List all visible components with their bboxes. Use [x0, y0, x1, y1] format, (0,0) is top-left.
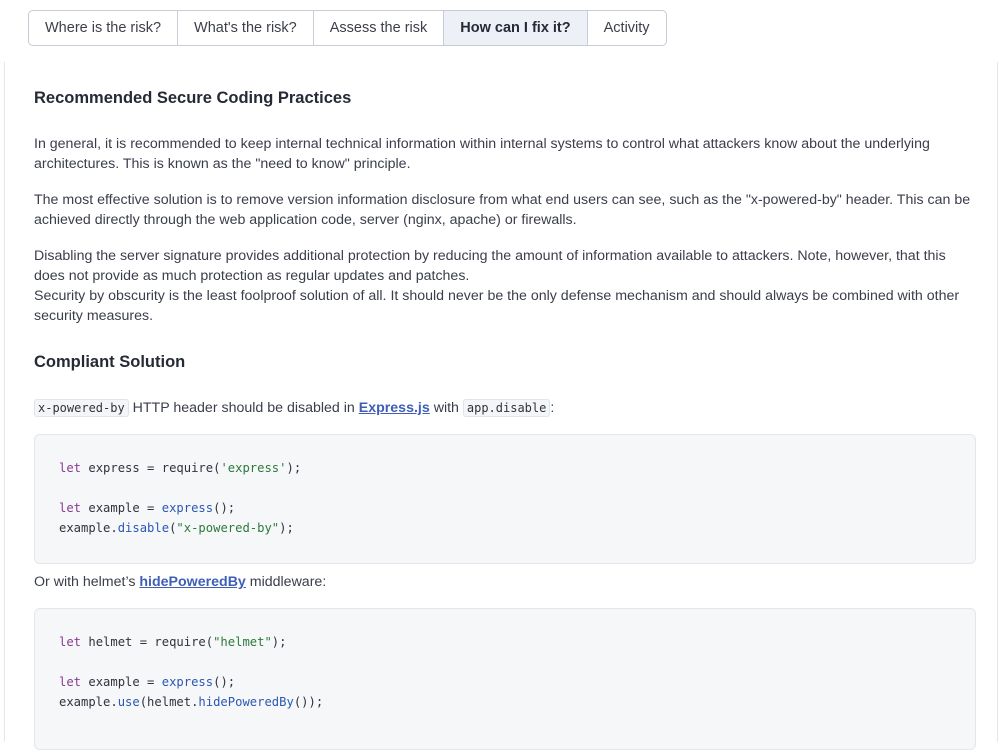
paragraph-effective-solution: The most effective solution is to remove… — [34, 192, 971, 228]
section-title-practices: Recommended Secure Coding Practices — [34, 89, 352, 107]
code-line: let helmet = require("helmet"); — [59, 635, 287, 649]
intro-text-2: with — [429, 400, 463, 416]
intro-text-1: HTTP header should be disabled in — [128, 400, 359, 416]
paragraph-server-signature: Disabling the server signature provides … — [34, 248, 946, 284]
helmet-text-2: middleware: — [245, 574, 327, 590]
section-title-compliant: Compliant Solution — [34, 353, 186, 371]
tab-assess-the-risk[interactable]: Assess the risk — [314, 11, 445, 45]
tab-how-can-i-fix-it[interactable]: How can I fix it? — [444, 11, 588, 45]
intro-text-3: : — [550, 400, 555, 416]
paragraph-need-to-know: In general, it is recommended to keep in… — [34, 136, 930, 172]
paragraph-helmet-intro: Or with helmet’s hidePoweredBy middlewar… — [34, 572, 979, 592]
code-block-helmet: let helmet = require("helmet"); let exam… — [34, 608, 976, 750]
inline-code-x-powered-by: x-powered-by — [34, 399, 129, 417]
code-block-express: let express = require('express'); let ex… — [34, 434, 976, 564]
content-panel: Recommended Secure Coding Practices In g… — [4, 62, 998, 750]
code-line: let express = require('express'); — [59, 461, 302, 475]
inline-code-app-disable: app.disable — [462, 399, 551, 417]
tab-whats-the-risk[interactable]: What's the risk? — [178, 11, 314, 45]
code-line: let example = express(); — [59, 675, 236, 689]
link-expressjs[interactable]: Express.js — [359, 400, 430, 416]
tab-activity[interactable]: Activity — [588, 11, 666, 45]
paragraph-obscurity: Security by obscurity is the least foolp… — [34, 288, 960, 324]
code-line: example.disable("x-powered-by"); — [59, 521, 294, 535]
tab-bar: Where is the risk? What's the risk? Asse… — [28, 10, 667, 46]
link-hidepoweredby[interactable]: hidePoweredBy — [139, 574, 245, 590]
code-line: let example = express(); — [59, 501, 236, 515]
tab-where-is-the-risk[interactable]: Where is the risk? — [29, 11, 179, 45]
helmet-text-1: Or with helmet’s — [34, 574, 140, 590]
paragraph-express-intro: x-powered-by HTTP header should be disab… — [34, 398, 979, 418]
code-line: example.use(helmet.hidePoweredBy()); — [59, 695, 324, 709]
